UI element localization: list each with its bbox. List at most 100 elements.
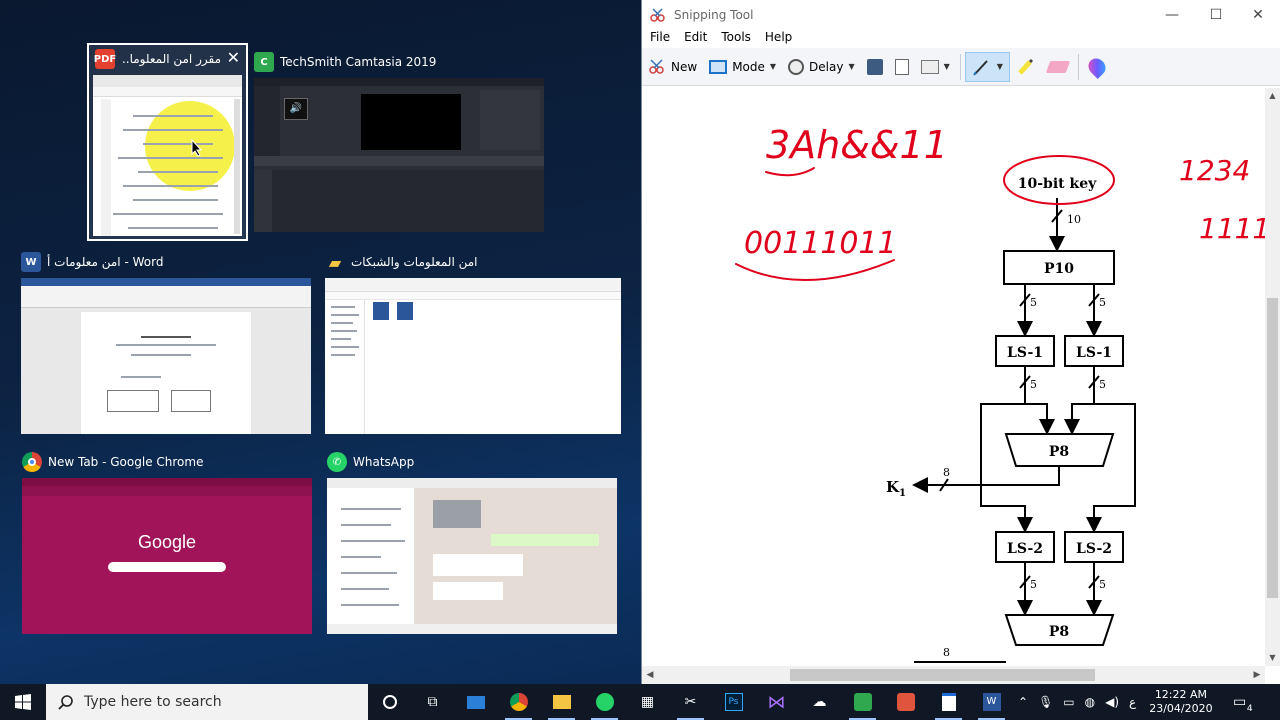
- mail-icon: [466, 695, 485, 709]
- action-center-button[interactable]: ▭ 4: [1221, 684, 1259, 720]
- paint3d-button[interactable]: [1083, 52, 1111, 82]
- clock-icon: [788, 58, 805, 75]
- app-icon: ☁: [812, 694, 827, 710]
- chevron-down-icon: ▼: [996, 62, 1003, 71]
- cortana-button[interactable]: [368, 684, 411, 720]
- annotation-key: 3Ah&&11: [766, 123, 948, 167]
- taskbar-chrome[interactable]: [497, 684, 540, 720]
- window-tile-chrome[interactable]: New Tab - Google Chrome Google: [22, 448, 312, 634]
- task-view-button[interactable]: ⧉: [411, 684, 454, 720]
- menu-edit[interactable]: Edit: [684, 30, 707, 48]
- p10-label: P10: [1044, 261, 1074, 277]
- taskbar-camtasia-recorder[interactable]: [884, 684, 927, 720]
- tile-header: W امن معلومات أ - Word: [21, 248, 163, 276]
- minimize-button[interactable]: —: [1150, 0, 1194, 30]
- window-tile-explorer[interactable]: ▰ امن المعلومات والشبكات: [325, 248, 621, 434]
- send-icon: [920, 59, 939, 74]
- new-button[interactable]: New: [642, 52, 703, 82]
- wire-width-8: 8: [943, 646, 950, 659]
- tile-header: C TechSmith Camtasia 2019: [254, 48, 436, 76]
- tile-thumbnail: [93, 75, 242, 236]
- window-tile-word[interactable]: W امن معلومات أ - Word: [21, 248, 311, 434]
- task-view-icon: ⧉: [427, 694, 438, 710]
- menu-bar: File Edit Tools Help: [642, 30, 1280, 48]
- title-bar: Snipping Tool — ☐ ✕: [642, 0, 1280, 30]
- highlighter-button[interactable]: [1010, 52, 1042, 82]
- wire-width-5: 5: [1099, 296, 1106, 309]
- window-title: Snipping Tool: [674, 8, 754, 22]
- network-icon[interactable]: ◍: [1080, 695, 1100, 709]
- wire-width-5: 5: [1099, 378, 1106, 391]
- taskbar-camtasia[interactable]: [841, 684, 884, 720]
- rectangle-mode-icon: [709, 59, 728, 74]
- window-tile-camtasia[interactable]: C TechSmith Camtasia 2019 🔊: [254, 48, 544, 234]
- battery-icon[interactable]: ▭: [1058, 695, 1079, 709]
- ls1-right-label: LS-1: [1076, 345, 1112, 361]
- taskbar-calculator[interactable]: ▦: [626, 684, 669, 720]
- p8-top-label: P8: [1049, 444, 1069, 460]
- annotation-underline: [765, 167, 815, 177]
- chevron-down-icon: ▼: [848, 62, 855, 71]
- google-logo: Google: [137, 532, 197, 552]
- taskbar-visual-studio[interactable]: ⋈: [755, 684, 798, 720]
- tile-title: امن المعلومات والشبكات: [351, 255, 478, 269]
- taskbar-pdf[interactable]: [927, 684, 970, 720]
- save-button[interactable]: [861, 52, 889, 82]
- system-tray: ⌃ 🎙 ▭ ◍ ◀) ع: [1013, 684, 1141, 720]
- calculator-icon: ▦: [640, 694, 655, 710]
- document-icon: [941, 693, 956, 711]
- input-language[interactable]: ع: [1124, 695, 1141, 709]
- volume-icon[interactable]: ◀): [1100, 695, 1124, 709]
- window-tile-whatsapp[interactable]: ✆ WhatsApp: [327, 448, 617, 634]
- start-button[interactable]: [0, 684, 46, 720]
- maximize-button[interactable]: ☐: [1194, 0, 1238, 30]
- close-icon[interactable]: ✕: [227, 48, 240, 68]
- vertical-scrollbar[interactable]: ▲ ▼: [1265, 88, 1280, 666]
- folder-icon: ▰: [328, 252, 342, 272]
- clock-time: 12:22 AM: [1154, 688, 1208, 701]
- taskbar-file-explorer[interactable]: [540, 684, 583, 720]
- menu-tools[interactable]: Tools: [721, 30, 751, 48]
- tile-thumbnail: Google: [22, 478, 312, 634]
- taskbar-whatsapp[interactable]: [583, 684, 626, 720]
- menu-help[interactable]: Help: [765, 30, 792, 48]
- horizontal-scrollbar[interactable]: ◀ ▶: [642, 666, 1265, 684]
- tile-thumbnail: [325, 278, 621, 434]
- copy-button[interactable]: [889, 52, 915, 82]
- scissors-icon: ✂: [684, 694, 697, 710]
- taskbar-snipping-tool[interactable]: ✂: [669, 684, 712, 720]
- mode-button[interactable]: Mode ▼: [703, 52, 782, 82]
- pen-button[interactable]: ▼: [964, 51, 1010, 82]
- wire-width-5: 5: [1030, 378, 1037, 391]
- tile-title: WhatsApp: [353, 455, 415, 469]
- window-tile-pdf[interactable]: PDF مقرر امن المعلوما... ✕: [87, 43, 248, 241]
- wire-width-5: 5: [1099, 578, 1106, 591]
- search-box: [108, 562, 226, 572]
- notification-icon: ▭: [1233, 694, 1247, 710]
- close-button[interactable]: ✕: [1236, 0, 1280, 30]
- ls1-left-label: LS-1: [1007, 345, 1043, 361]
- taskbar-app[interactable]: ☁: [798, 684, 841, 720]
- search-box[interactable]: Type here to search: [46, 684, 368, 720]
- tile-title: امن معلومات أ - Word: [47, 255, 164, 269]
- snip-canvas[interactable]: 10-bit key P10 LS-1 LS-1 P8 LS-2 LS-2 P8…: [644, 88, 1266, 666]
- k1-label: K1: [886, 478, 906, 499]
- taskbar-word[interactable]: W: [970, 684, 1013, 720]
- taskbar-photoshop[interactable]: Ps: [712, 684, 755, 720]
- delay-button[interactable]: Delay ▼: [782, 52, 861, 82]
- ls2-right-label: LS-2: [1076, 541, 1112, 557]
- chevron-up-icon[interactable]: ⌃: [1013, 695, 1033, 709]
- eraser-button[interactable]: [1042, 52, 1074, 82]
- menu-file[interactable]: File: [650, 30, 670, 48]
- visual-studio-icon: ⋈: [767, 691, 786, 713]
- taskbar-mail[interactable]: [454, 684, 497, 720]
- camtasia-icon: [853, 693, 872, 711]
- annotation-right-top: 1234: [1179, 154, 1250, 187]
- tile-thumbnail: [21, 278, 311, 434]
- clock[interactable]: 12:22 AM 23/04/2020: [1141, 688, 1220, 716]
- wire-width-10: 10: [1067, 213, 1081, 226]
- scissors-icon: [649, 58, 664, 74]
- microphone-icon[interactable]: 🎙: [1033, 695, 1058, 709]
- send-snip-button[interactable]: ▼: [915, 52, 956, 82]
- pen-icon: [972, 59, 988, 76]
